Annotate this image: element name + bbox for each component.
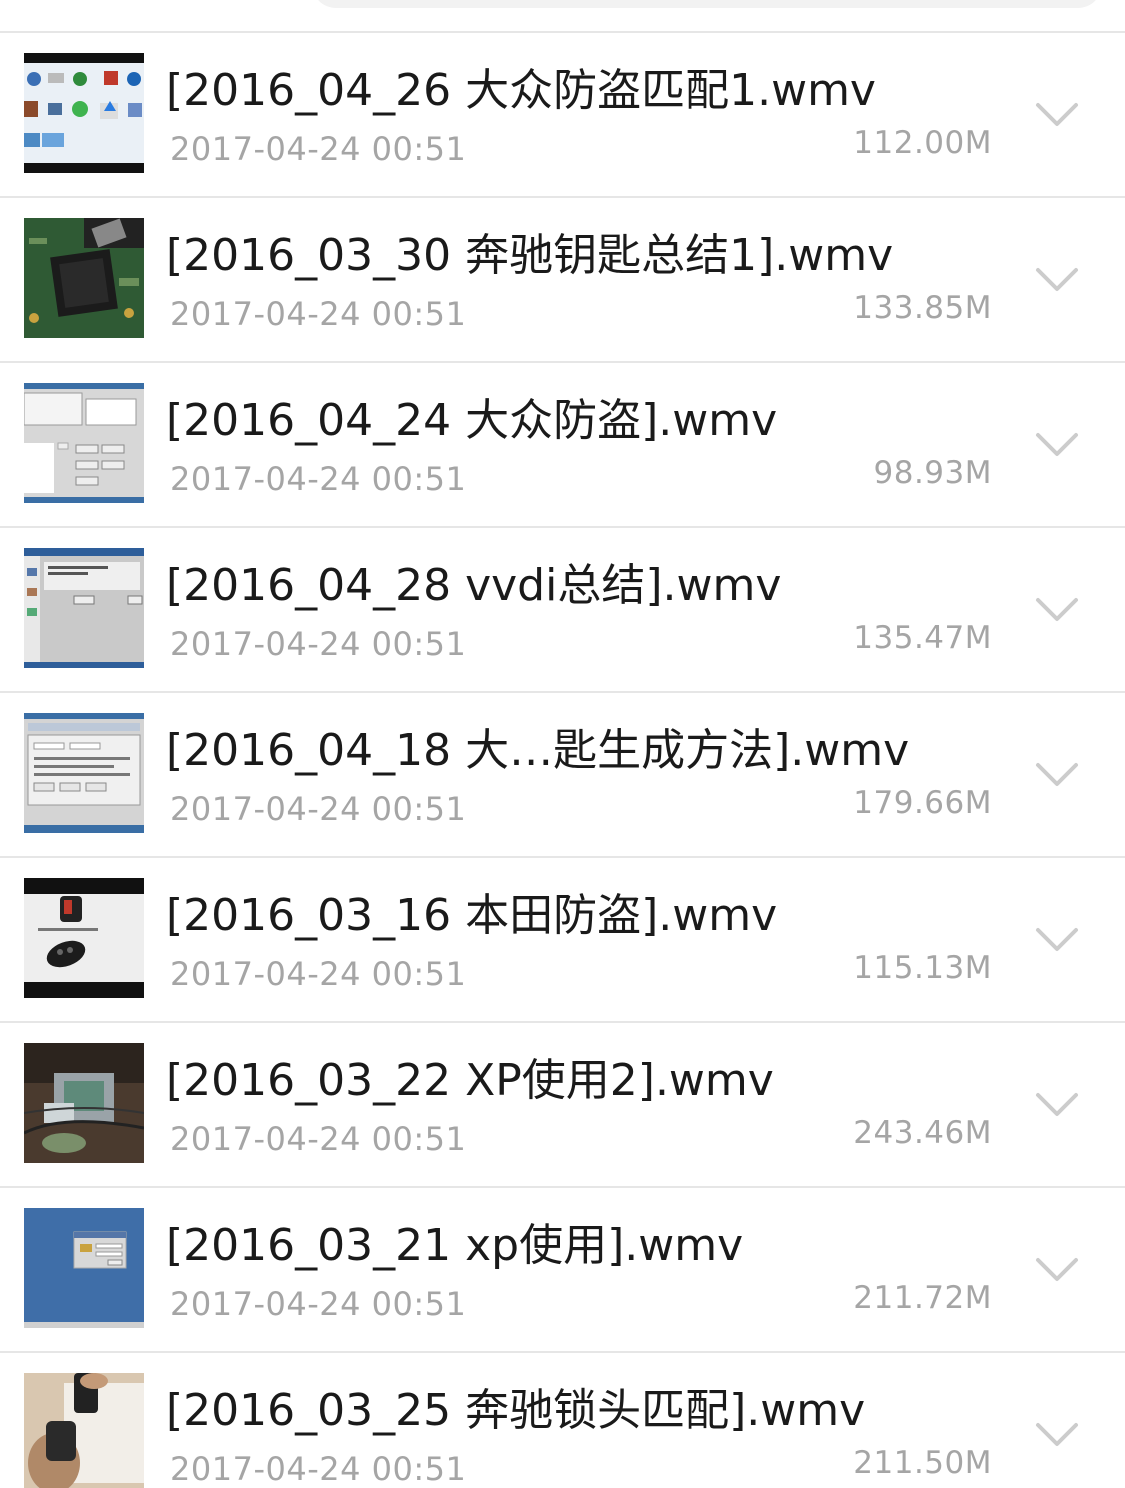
file-date: 2017-04-24 00:51 bbox=[170, 955, 467, 993]
file-size: 179.66M bbox=[853, 785, 992, 821]
file-name: [2016_04_26 大众防盗匹配1.wmv bbox=[166, 65, 876, 116]
file-row[interactable]: [2016_04_18 大…匙生成方法].wmv 2017-04-24 00:5… bbox=[0, 693, 1125, 858]
file-row[interactable]: [2016_03_30 奔驰钥匙总结1].wmv 2017-04-24 00:5… bbox=[0, 198, 1125, 363]
chevron-down-icon[interactable] bbox=[1032, 592, 1082, 628]
file-date: 2017-04-24 00:51 bbox=[170, 1285, 467, 1323]
video-thumbnail bbox=[24, 1373, 144, 1488]
file-row[interactable]: [2016_03_16 本田防盗].wmv 2017-04-24 00:51 1… bbox=[0, 858, 1125, 1023]
file-date: 2017-04-24 00:51 bbox=[170, 790, 467, 828]
file-size: 115.13M bbox=[853, 950, 992, 986]
file-row[interactable]: [2016_03_25 奔驰锁头匹配].wmv 2017-04-24 00:51… bbox=[0, 1353, 1125, 1488]
file-row[interactable]: [2016_04_28 vvdi总结].wmv 2017-04-24 00:51… bbox=[0, 528, 1125, 693]
video-thumbnail bbox=[24, 53, 144, 173]
file-size: 243.46M bbox=[853, 1115, 992, 1151]
video-thumbnail bbox=[24, 713, 144, 833]
file-row[interactable]: [2016_04_24 大众防盗].wmv 2017-04-24 00:51 9… bbox=[0, 363, 1125, 528]
file-date: 2017-04-24 00:51 bbox=[170, 1450, 467, 1488]
file-row[interactable]: [2016_04_26 大众防盗匹配1.wmv 2017-04-24 00:51… bbox=[0, 33, 1125, 198]
file-name: [2016_03_30 奔驰钥匙总结1].wmv bbox=[166, 230, 894, 281]
file-row[interactable]: [2016_03_22 XP使用2].wmv 2017-04-24 00:51 … bbox=[0, 1023, 1125, 1188]
video-thumbnail bbox=[24, 1208, 144, 1328]
file-size: 112.00M bbox=[853, 125, 992, 161]
file-size: 211.72M bbox=[853, 1280, 992, 1316]
file-row[interactable]: [2016_03_21 xp使用].wmv 2017-04-24 00:51 2… bbox=[0, 1188, 1125, 1353]
file-size: 211.50M bbox=[853, 1445, 992, 1481]
file-date: 2017-04-24 00:51 bbox=[170, 130, 467, 168]
file-name: [2016_03_22 XP使用2].wmv bbox=[166, 1055, 774, 1106]
file-date: 2017-04-24 00:51 bbox=[170, 295, 467, 333]
chevron-down-icon[interactable] bbox=[1032, 1087, 1082, 1123]
file-list: [2016_04_26 大众防盗匹配1.wmv 2017-04-24 00:51… bbox=[0, 33, 1125, 1488]
video-thumbnail bbox=[24, 383, 144, 503]
video-thumbnail bbox=[24, 878, 144, 998]
file-date: 2017-04-24 00:51 bbox=[170, 1120, 467, 1158]
chevron-down-icon[interactable] bbox=[1032, 262, 1082, 298]
video-thumbnail bbox=[24, 218, 144, 338]
file-date: 2017-04-24 00:51 bbox=[170, 625, 467, 663]
file-size: 133.85M bbox=[853, 290, 992, 326]
top-bar bbox=[0, 0, 1125, 33]
file-size: 98.93M bbox=[873, 455, 992, 491]
search-bar[interactable] bbox=[312, 0, 1102, 8]
chevron-down-icon[interactable] bbox=[1032, 1417, 1082, 1453]
chevron-down-icon[interactable] bbox=[1032, 922, 1082, 958]
file-name: [2016_03_16 本田防盗].wmv bbox=[166, 890, 778, 941]
file-name: [2016_03_21 xp使用].wmv bbox=[166, 1220, 744, 1271]
chevron-down-icon[interactable] bbox=[1032, 757, 1082, 793]
file-name: [2016_04_24 大众防盗].wmv bbox=[166, 395, 778, 446]
chevron-down-icon[interactable] bbox=[1032, 97, 1082, 133]
file-name: [2016_03_25 奔驰锁头匹配].wmv bbox=[166, 1385, 866, 1436]
video-thumbnail bbox=[24, 1043, 144, 1163]
file-name: [2016_04_18 大…匙生成方法].wmv bbox=[166, 725, 910, 776]
file-size: 135.47M bbox=[853, 620, 992, 656]
file-date: 2017-04-24 00:51 bbox=[170, 460, 467, 498]
file-name: [2016_04_28 vvdi总结].wmv bbox=[166, 560, 782, 611]
chevron-down-icon[interactable] bbox=[1032, 1252, 1082, 1288]
chevron-down-icon[interactable] bbox=[1032, 427, 1082, 463]
video-thumbnail bbox=[24, 548, 144, 668]
